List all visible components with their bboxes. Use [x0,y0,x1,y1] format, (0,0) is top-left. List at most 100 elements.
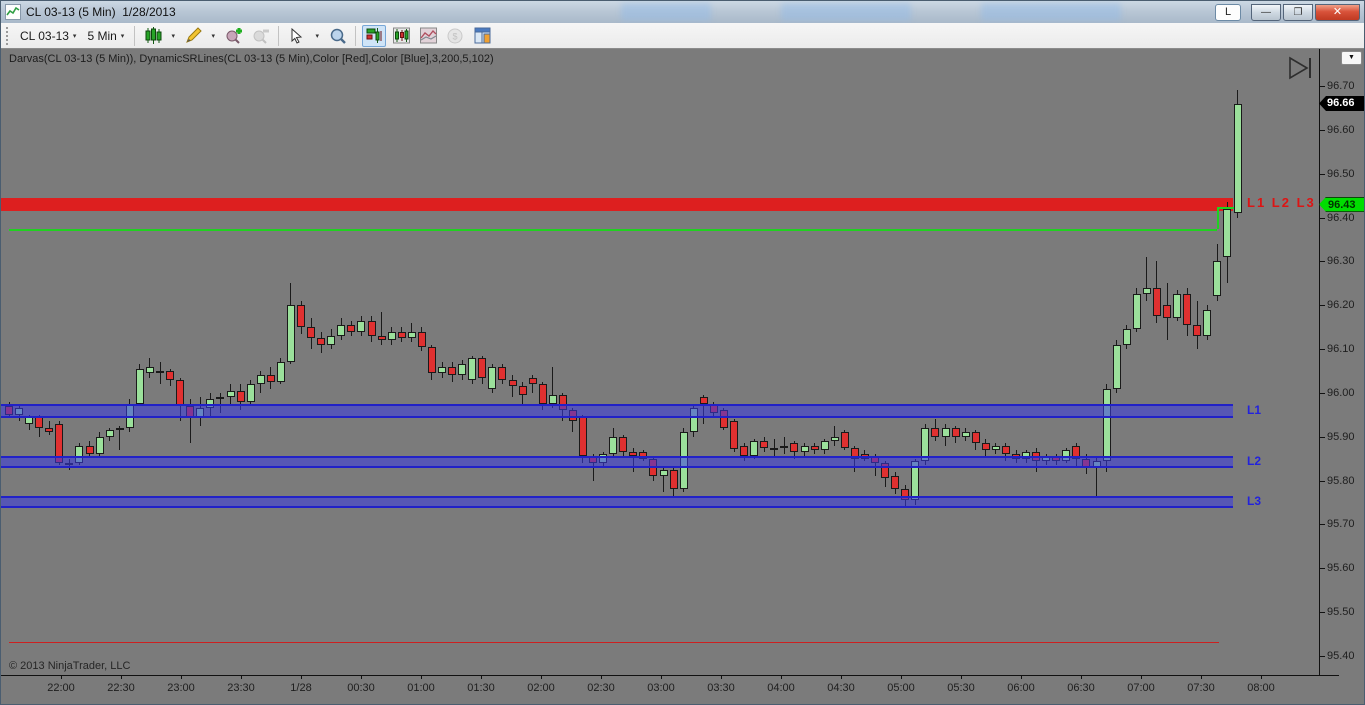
toolbar-grip[interactable] [6,26,10,45]
time-tick-label: 02:30 [587,682,615,694]
instrument-selector[interactable]: CL 03-13 ▾ [16,27,80,45]
candle-body [1163,305,1172,319]
candle-body [578,417,587,457]
candle-body [528,377,537,385]
candle-body [367,320,376,336]
period-selector[interactable]: 5 Min ▾ [83,27,128,45]
price-tick [1320,612,1325,614]
resistance-label: L1 L2 L3 [1247,195,1316,211]
properties-button[interactable] [470,25,494,47]
time-tick-label: 06:00 [1007,682,1035,694]
bar-spacing-button[interactable] [389,25,413,47]
time-tick [661,675,662,679]
candle-wick [1146,256,1148,301]
time-tick [1201,675,1202,679]
price-plot[interactable]: L1 L2 L3 L1 L2 L3 96.70 96.60 96.50 96.40 96.30 9… [1,49,1364,704]
candle-body [236,390,245,402]
time-tick-label: 02:00 [527,682,555,694]
candle-body [478,357,487,378]
time-tick [181,675,182,679]
candle-body [135,368,144,404]
time-tick-label: 23:00 [167,682,195,694]
time-tick [301,675,302,679]
zoom-button[interactable] [325,25,349,47]
candle-body [961,432,970,437]
minimize-button[interactable]: — [1251,3,1281,21]
price-axis-line [1319,49,1320,675]
candle-body [266,375,275,382]
price-tick-label: 95.90 [1327,430,1355,443]
instrument-label: CL 03-13 [20,28,69,43]
candle-body [951,427,960,437]
drawing-tools-dropdown[interactable]: ▾ [208,25,218,47]
price-tick-label: 96.00 [1327,386,1355,399]
add-indicator-button[interactable] [221,25,245,47]
candle-body [730,421,739,450]
candle-body [488,366,497,389]
axis-dropdown-button[interactable]: ▼ [1341,51,1362,65]
price-tick [1320,86,1325,87]
chart-region-button[interactable] [416,25,440,47]
time-tick-label: 00:30 [347,682,375,694]
remove-indicator-button[interactable] [248,25,272,47]
time-tick-label: 1/28 [290,682,312,694]
time-tick [1141,675,1142,679]
price-tick-label: 96.50 [1327,167,1355,180]
chart-area[interactable]: Darvas(CL 03-13 (5 Min)), DynamicSRLines… [1,49,1364,704]
time-tick-label: 06:30 [1067,682,1095,694]
candlestick-style-icon [145,27,162,44]
chevron-down-icon: ▾ [171,32,176,40]
candle-body [518,386,527,396]
jump-to-latest-icon[interactable] [1287,55,1317,81]
dollar-icon: $ [447,28,463,43]
time-tick-label: 22:00 [47,682,75,694]
candle-body [498,366,507,380]
account-button[interactable]: $ [443,25,467,47]
candle-body [820,441,829,450]
chart-style-dropdown[interactable]: ▾ [168,25,178,47]
chart-style-button[interactable] [141,25,165,47]
darvas-top-line [9,228,1217,231]
time-tick [121,675,122,679]
aero-glass-reflection [621,3,711,21]
chevron-down-icon: ▾ [315,32,320,40]
price-tick-label: 95.80 [1327,474,1355,487]
restore-button[interactable]: ❐ [1283,3,1313,21]
time-tick [781,675,782,679]
time-tick-label: 04:30 [827,682,855,694]
close-button[interactable]: ✕ [1315,3,1360,21]
link-button[interactable]: L [1215,3,1241,21]
candle-body [1223,208,1232,257]
price-marker-96.66: 96.66 [1319,96,1364,112]
chevron-down-icon: ▾ [211,32,216,40]
price-tick-label: 96.10 [1327,343,1355,356]
candle-wick [834,425,836,446]
candle-body [609,436,618,455]
candle-body [760,441,769,448]
candle-body [95,436,104,455]
candle-body [981,443,990,450]
time-tick-label: 05:30 [947,682,975,694]
drawing-tools-button[interactable] [181,25,205,47]
candle-body [85,445,94,455]
price-tick-label: 96.20 [1327,299,1355,312]
candle-body [931,427,940,437]
time-tick-label: 01:30 [467,682,495,694]
darvas-top-line-end [1217,206,1234,209]
price-marker-96.43: 96.43 [1319,196,1364,212]
price-tick-label: 96.60 [1327,123,1355,136]
candle-body [800,445,809,453]
candle-body [216,397,225,400]
candle-body [740,445,749,457]
candle-body [105,430,114,437]
candle-body [166,370,175,380]
price-tick-label: 96.40 [1327,211,1355,224]
price-tick [1320,480,1325,482]
candle-body [35,417,44,428]
price-tick-label: 95.60 [1327,562,1355,575]
cursor-button[interactable] [285,25,309,47]
data-panel-button[interactable] [362,24,387,47]
candle-body [407,331,416,339]
cursor-dropdown[interactable]: ▾ [312,25,322,47]
candle-body [357,320,366,332]
